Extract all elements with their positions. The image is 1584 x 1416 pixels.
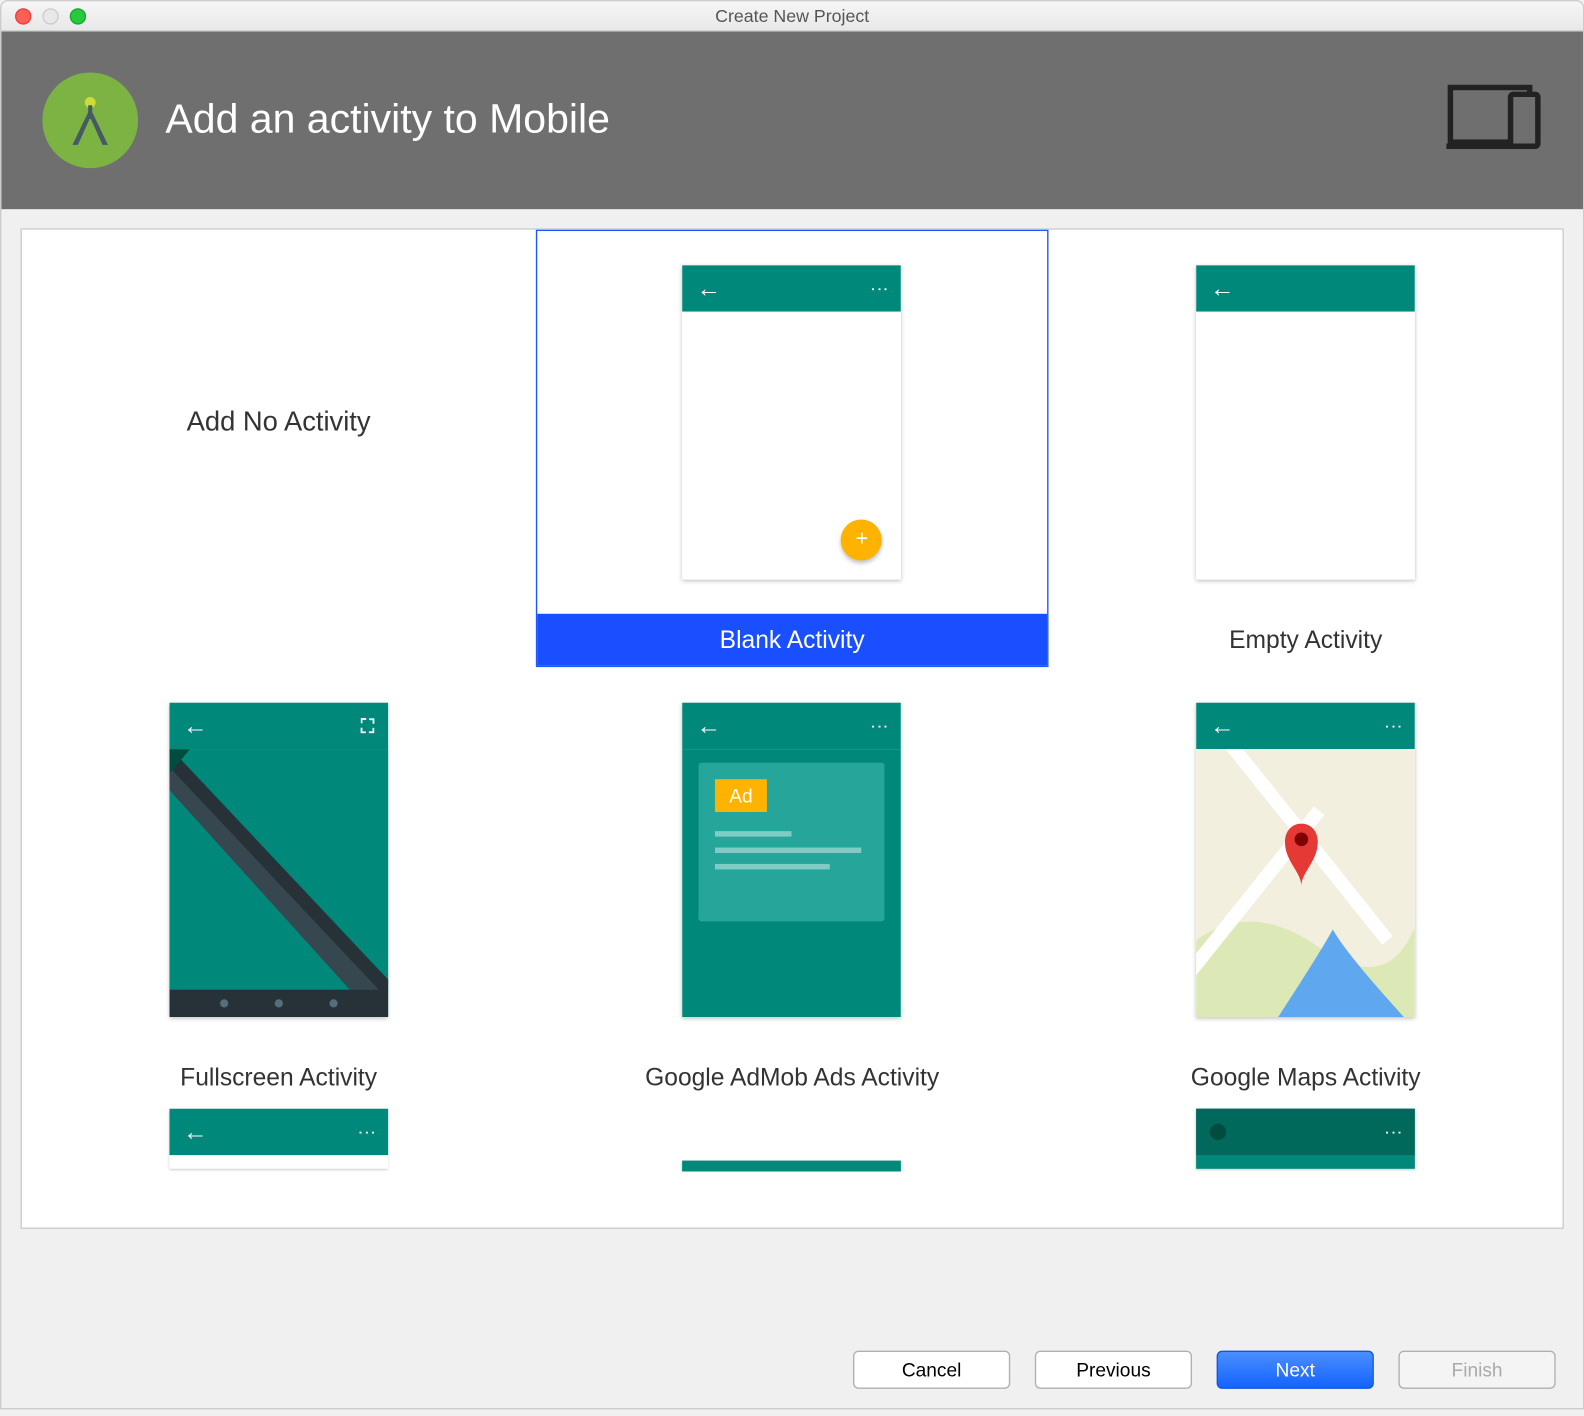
- page-title: Add an activity to Mobile: [165, 97, 610, 143]
- overflow-menu-icon: ⋮: [355, 1124, 377, 1140]
- phone-preview: ← ⋮ +: [683, 265, 902, 579]
- phone-preview: ←: [1196, 265, 1415, 579]
- activity-gallery: Add No Activity · ← ⋮ +: [21, 228, 1564, 1229]
- finish-button: Finish: [1398, 1351, 1555, 1389]
- previous-button[interactable]: Previous: [1035, 1351, 1192, 1389]
- back-arrow-icon: ←: [183, 1118, 208, 1147]
- activity-label: Add No Activity: [187, 407, 371, 438]
- phone-preview: ← ⋮: [1196, 703, 1415, 1017]
- device-form-factor-icon: [1446, 83, 1542, 158]
- android-studio-logo-icon: [42, 72, 138, 168]
- back-arrow-icon: ←: [1210, 274, 1235, 303]
- activity-option-google-admob[interactable]: ← ⋮ Ad Google AdMob Ads Activity: [535, 667, 1049, 1104]
- activity-option-google-maps[interactable]: ← ⋮: [1049, 667, 1563, 1104]
- activity-option-partial[interactable]: ← ⋮: [22, 1105, 536, 1173]
- window-title: Create New Project: [715, 5, 869, 26]
- phone-preview: ← ⋮: [169, 1109, 388, 1169]
- close-icon[interactable]: [15, 8, 31, 24]
- phone-preview: ⋮: [1196, 1109, 1415, 1169]
- wizard-footer: Cancel Previous Next Finish: [1, 1331, 1583, 1408]
- titlebar: Create New Project: [1, 1, 1583, 31]
- activity-label: Empty Activity: [1050, 614, 1561, 666]
- back-arrow-icon: ←: [696, 274, 721, 303]
- phone-preview: ← ⋮ Ad: [683, 703, 902, 1017]
- activity-option-empty-activity[interactable]: ← Empty Activity: [1049, 230, 1563, 667]
- activity-option-partial[interactable]: [535, 1105, 1049, 1173]
- overflow-menu-icon: ⋮: [1382, 1124, 1404, 1140]
- overflow-menu-icon: ⋮: [869, 718, 891, 734]
- cancel-button[interactable]: Cancel: [853, 1351, 1010, 1389]
- dialog-window: Create New Project Add an activity to Mo…: [0, 0, 1584, 1409]
- activity-option-fullscreen-activity[interactable]: ← ⛶: [22, 667, 536, 1104]
- activity-gallery-container: Add No Activity · ← ⋮ +: [1, 209, 1583, 1248]
- fullscreen-icon: ⛶: [361, 714, 374, 737]
- zoom-icon[interactable]: [70, 8, 86, 24]
- wizard-header: Add an activity to Mobile: [1, 31, 1583, 209]
- activity-label: Google Maps Activity: [1050, 1051, 1561, 1103]
- activity-label: Google AdMob Ads Activity: [537, 1051, 1048, 1103]
- activity-label: Fullscreen Activity: [23, 1051, 534, 1103]
- activity-option-blank-activity[interactable]: ← ⋮ + Blank Activity: [535, 230, 1049, 667]
- activity-option-add-no-activity[interactable]: Add No Activity ·: [22, 230, 536, 667]
- activity-label: Blank Activity: [537, 614, 1048, 666]
- phone-preview: ← ⛶: [169, 703, 388, 1017]
- back-arrow-icon: ←: [1210, 712, 1235, 741]
- traffic-lights: [1, 8, 86, 24]
- back-arrow-icon: ←: [183, 712, 208, 741]
- ad-badge: Ad: [716, 779, 767, 812]
- activity-option-partial[interactable]: ⋮: [1049, 1105, 1563, 1173]
- minimize-icon: [42, 8, 58, 24]
- back-arrow-icon: ←: [696, 712, 721, 741]
- overflow-menu-icon: ⋮: [869, 280, 891, 296]
- overflow-menu-icon: ⋮: [1382, 718, 1404, 734]
- next-button[interactable]: Next: [1217, 1351, 1374, 1389]
- fab-icon: +: [841, 519, 882, 560]
